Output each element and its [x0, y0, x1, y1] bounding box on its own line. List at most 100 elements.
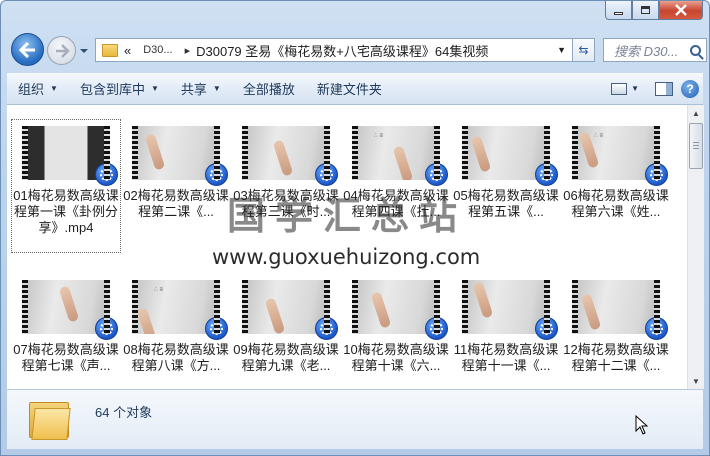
media-player-icon	[425, 163, 448, 186]
new-folder-label: 新建文件夹	[316, 82, 382, 97]
maximize-button[interactable]	[632, 1, 659, 20]
video-thumbnail	[132, 126, 228, 186]
new-folder-button[interactable]: 新建文件夹	[306, 76, 393, 102]
search-input[interactable]: 搜索 D30...	[603, 38, 707, 62]
breadcrumb-separator[interactable]: ▸	[185, 44, 191, 57]
share-menu[interactable]: 共享 ▼	[170, 76, 232, 102]
whiteboard-writing: ∴ ≡	[594, 133, 603, 139]
recent-pages-button[interactable]	[79, 45, 89, 55]
folder-icon	[29, 398, 73, 440]
address-overflow[interactable]: «	[124, 43, 131, 58]
scroll-thumb[interactable]	[689, 123, 703, 169]
search-placeholder: 搜索 D30...	[614, 43, 679, 59]
minimize-button[interactable]	[605, 1, 632, 20]
explorer-window: « D30... ▸ D30079 圣易《梅花易数+八宅高级课程》64集视频 ▼…	[0, 0, 710, 456]
file-item[interactable]: 07梅花易数高级课程第七课《声...	[11, 273, 121, 389]
address-bar[interactable]: « D30... ▸ D30079 圣易《梅花易数+八宅高级课程》64集视频 ▼	[95, 38, 573, 62]
file-item[interactable]: 12梅花易数高级课程第十二课《...	[561, 273, 671, 389]
play-all-label: 全部播放	[242, 82, 295, 97]
file-item[interactable]: 09梅花易数高级课程第九课《老...	[231, 273, 341, 389]
details-pane: 64 个对象	[7, 389, 703, 449]
thumbnail-frame	[28, 126, 104, 180]
thumbnail-frame: ∴ ≡	[578, 126, 654, 180]
scroll-down-icon[interactable]: ▼	[688, 373, 704, 389]
whiteboard-writing: ∴ ≡	[154, 287, 163, 293]
media-player-icon	[535, 163, 558, 186]
include-library-menu[interactable]: 包含到库中 ▼	[69, 76, 170, 102]
media-player-icon	[205, 163, 228, 186]
forward-button[interactable]	[47, 36, 76, 65]
preview-pane-icon[interactable]	[655, 81, 673, 96]
chevron-down-icon: ▼	[50, 84, 58, 93]
thumbnail-frame	[28, 280, 104, 334]
file-name: 08梅花易数高级课程第八课《方...	[123, 342, 229, 373]
chevron-down-icon	[80, 49, 88, 53]
video-thumbnail	[242, 280, 338, 340]
media-player-icon	[645, 163, 668, 186]
media-player-icon	[205, 317, 228, 340]
video-thumbnail	[572, 280, 668, 340]
play-all-button[interactable]: 全部播放	[232, 76, 306, 102]
refresh-button[interactable]: ⇆	[573, 38, 595, 62]
media-player-icon	[645, 317, 668, 340]
thumbnail-frame	[468, 280, 544, 334]
thumbnail-frame	[468, 126, 544, 180]
video-thumbnail	[462, 280, 558, 340]
folder-icon	[102, 43, 118, 57]
hand-figure	[370, 291, 392, 329]
video-thumbnail	[22, 280, 118, 340]
item-count: 64 个对象	[95, 405, 153, 420]
file-item[interactable]: 02梅花易数高级课程第二课《...	[121, 119, 231, 253]
back-button[interactable]	[11, 33, 44, 66]
whiteboard-writing: ∴ ≡	[374, 133, 383, 139]
breadcrumb-item[interactable]: D30...	[143, 44, 172, 56]
media-player-icon	[535, 317, 558, 340]
refresh-icon: ⇆	[578, 43, 589, 57]
include-library-label: 包含到库中	[79, 82, 145, 97]
thumbnail-frame	[578, 280, 654, 334]
media-player-icon	[425, 317, 448, 340]
file-item[interactable]: 01梅花易数高级课程第一课《卦例分享》.mp4	[11, 119, 121, 253]
file-item[interactable]: 11梅花易数高级课程第十一课《...	[451, 273, 561, 389]
organize-menu[interactable]: 组织 ▼	[7, 76, 69, 102]
hand-figure	[580, 293, 602, 331]
file-name: 11梅花易数高级课程第十一课《...	[453, 342, 559, 373]
watermark-url: www.guoxuehuizong.com	[212, 245, 481, 269]
vertical-scrollbar[interactable]: ▲ ▼	[687, 105, 704, 389]
file-item[interactable]: 05梅花易数高级课程第五课《...	[451, 119, 561, 253]
hand-figure	[144, 133, 166, 171]
caption-buttons	[605, 1, 703, 20]
chevron-down-icon[interactable]: ▼	[631, 84, 639, 93]
video-thumbnail: ∴ ≡	[572, 126, 668, 186]
search-icon[interactable]	[690, 44, 701, 56]
file-item[interactable]: 10梅花易数高级课程第十课《六...	[341, 273, 451, 389]
forward-arrow-icon	[55, 43, 70, 58]
file-name: 06梅花易数高级课程第六课《姓...	[563, 188, 669, 219]
help-icon[interactable]: ?	[681, 79, 699, 98]
address-dropdown-icon[interactable]: ▼	[557, 45, 566, 55]
video-thumbnail	[22, 126, 118, 186]
thumbnail-frame: ∴ ≡	[358, 126, 434, 180]
file-name: 12梅花易数高级课程第十二课《...	[563, 342, 669, 373]
toolbar-right: ▼ ?	[611, 79, 703, 98]
share-label: 共享	[180, 82, 207, 97]
close-button[interactable]	[659, 1, 703, 20]
hand-figure	[392, 145, 414, 180]
file-name: 01梅花易数高级课程第一课《卦例分享》.mp4	[13, 188, 119, 235]
video-thumbnail: ∴ ≡	[352, 126, 448, 186]
file-name: 10梅花易数高级课程第十课《六...	[343, 342, 449, 373]
command-bar: 组织 ▼ 包含到库中 ▼ 共享 ▼ 全部播放 新建文件夹 ▼ ?	[7, 73, 703, 105]
file-item[interactable]: ∴ ≡ 06梅花易数高级课程第六课《姓...	[561, 119, 671, 253]
video-thumbnail	[462, 126, 558, 186]
file-item[interactable]: ∴ ≡ 08梅花易数高级课程第八课《方...	[121, 273, 231, 389]
breadcrumb-current[interactable]: D30079 圣易《梅花易数+八宅高级课程》64集视频	[196, 41, 488, 60]
thumbnail-frame: ∴ ≡	[138, 280, 214, 334]
maximize-icon	[641, 6, 650, 14]
close-icon	[675, 4, 687, 16]
change-view-icon[interactable]	[611, 82, 628, 95]
thumbnail-frame	[248, 126, 324, 180]
scroll-up-icon[interactable]: ▲	[688, 105, 704, 121]
file-name: 02梅花易数高级课程第二课《...	[123, 188, 229, 219]
media-player-icon	[95, 163, 118, 186]
media-player-icon	[315, 317, 338, 340]
